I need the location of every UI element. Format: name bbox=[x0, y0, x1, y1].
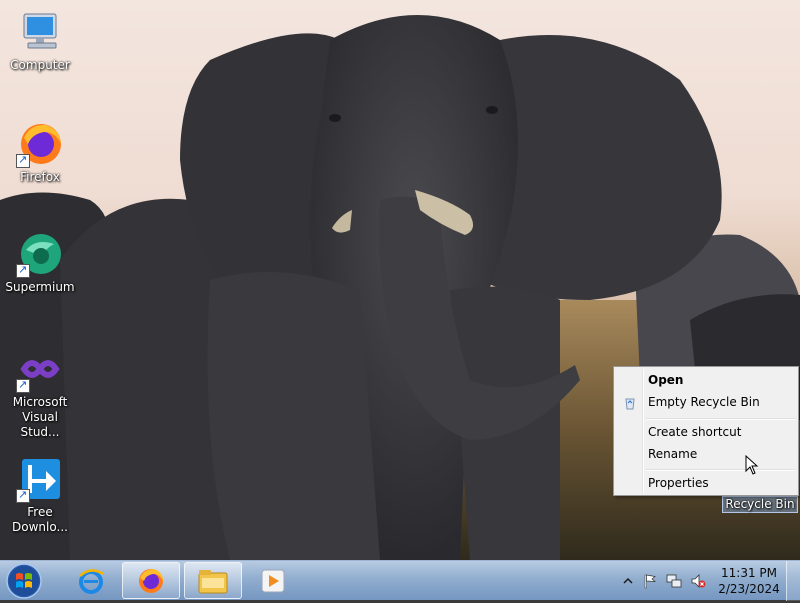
taskbar-firefox[interactable] bbox=[122, 562, 180, 599]
taskbar-media-player[interactable] bbox=[244, 562, 302, 599]
desktop-icon-visual-studio[interactable]: Microsoft Visual Stud... bbox=[2, 345, 78, 440]
desktop-icon-label: Computer bbox=[10, 58, 70, 72]
menu-item-label: Create shortcut bbox=[648, 425, 742, 439]
volume-muted-icon[interactable] bbox=[690, 573, 706, 589]
desktop-icon-firefox[interactable]: Firefox bbox=[2, 120, 78, 185]
desktop-icon-label: Recycle Bin bbox=[722, 496, 798, 513]
system-clock[interactable]: 11:31 PM 2/23/2024 bbox=[712, 565, 786, 597]
menu-separator bbox=[646, 469, 795, 471]
menu-item-create-shortcut[interactable]: Create shortcut bbox=[617, 421, 795, 443]
show-hidden-icons-chevron[interactable] bbox=[620, 573, 636, 589]
clock-time: 11:31 PM bbox=[721, 566, 777, 580]
show-desktop-button[interactable] bbox=[786, 561, 800, 601]
desktop-icon-label: Free Downlo... bbox=[12, 505, 68, 534]
network-icon[interactable] bbox=[666, 573, 682, 589]
clock-date: 2/23/2024 bbox=[718, 582, 780, 596]
taskbar: 11:31 PM 2/23/2024 bbox=[0, 560, 800, 601]
internet-explorer-icon bbox=[79, 568, 104, 594]
menu-item-label: Rename bbox=[648, 447, 698, 461]
desktop-icon-label: Microsoft Visual Stud... bbox=[12, 395, 68, 439]
context-menu: Open Empty Recycle Bin Create shortcut R… bbox=[613, 366, 799, 496]
action-center-flag-icon[interactable] bbox=[642, 573, 658, 589]
file-explorer-icon bbox=[198, 569, 228, 593]
menu-item-rename[interactable]: Rename bbox=[617, 443, 795, 465]
firefox-icon bbox=[16, 120, 64, 168]
menu-item-properties[interactable]: Properties bbox=[617, 472, 795, 494]
taskbar-internet-explorer[interactable] bbox=[62, 562, 120, 599]
recycle-bin-small-icon bbox=[623, 395, 637, 410]
shortcut-arrow-icon bbox=[16, 262, 30, 278]
desktop-icon-supermium[interactable]: Supermium bbox=[2, 230, 78, 295]
menu-item-label: Properties bbox=[648, 476, 709, 490]
taskbar-file-explorer[interactable] bbox=[184, 562, 242, 599]
shortcut-arrow-icon bbox=[16, 487, 30, 503]
menu-item-open[interactable]: Open bbox=[617, 369, 795, 391]
desktop-icon-computer[interactable]: Computer bbox=[2, 8, 78, 73]
desktop-icon-free-download-manager[interactable]: Free Downlo... bbox=[2, 455, 78, 535]
desktop-icon-label: Supermium bbox=[5, 280, 75, 294]
visual-studio-icon bbox=[16, 345, 64, 393]
menu-item-label: Open bbox=[648, 373, 684, 387]
media-player-icon bbox=[261, 569, 285, 592]
shortcut-arrow-icon bbox=[16, 152, 30, 168]
firefox-icon bbox=[139, 568, 163, 593]
start-button[interactable] bbox=[4, 562, 44, 600]
windows-start-icon bbox=[6, 563, 42, 599]
mouse-cursor-icon bbox=[745, 455, 759, 475]
desktop-icon-label: Firefox bbox=[20, 170, 60, 184]
menu-item-empty-recycle-bin[interactable]: Empty Recycle Bin bbox=[617, 391, 795, 413]
supermium-icon bbox=[16, 230, 64, 278]
free-download-manager-icon bbox=[16, 455, 64, 503]
computer-icon bbox=[16, 8, 64, 56]
menu-separator bbox=[646, 418, 795, 420]
menu-item-label: Empty Recycle Bin bbox=[648, 395, 760, 409]
shortcut-arrow-icon bbox=[16, 377, 30, 393]
